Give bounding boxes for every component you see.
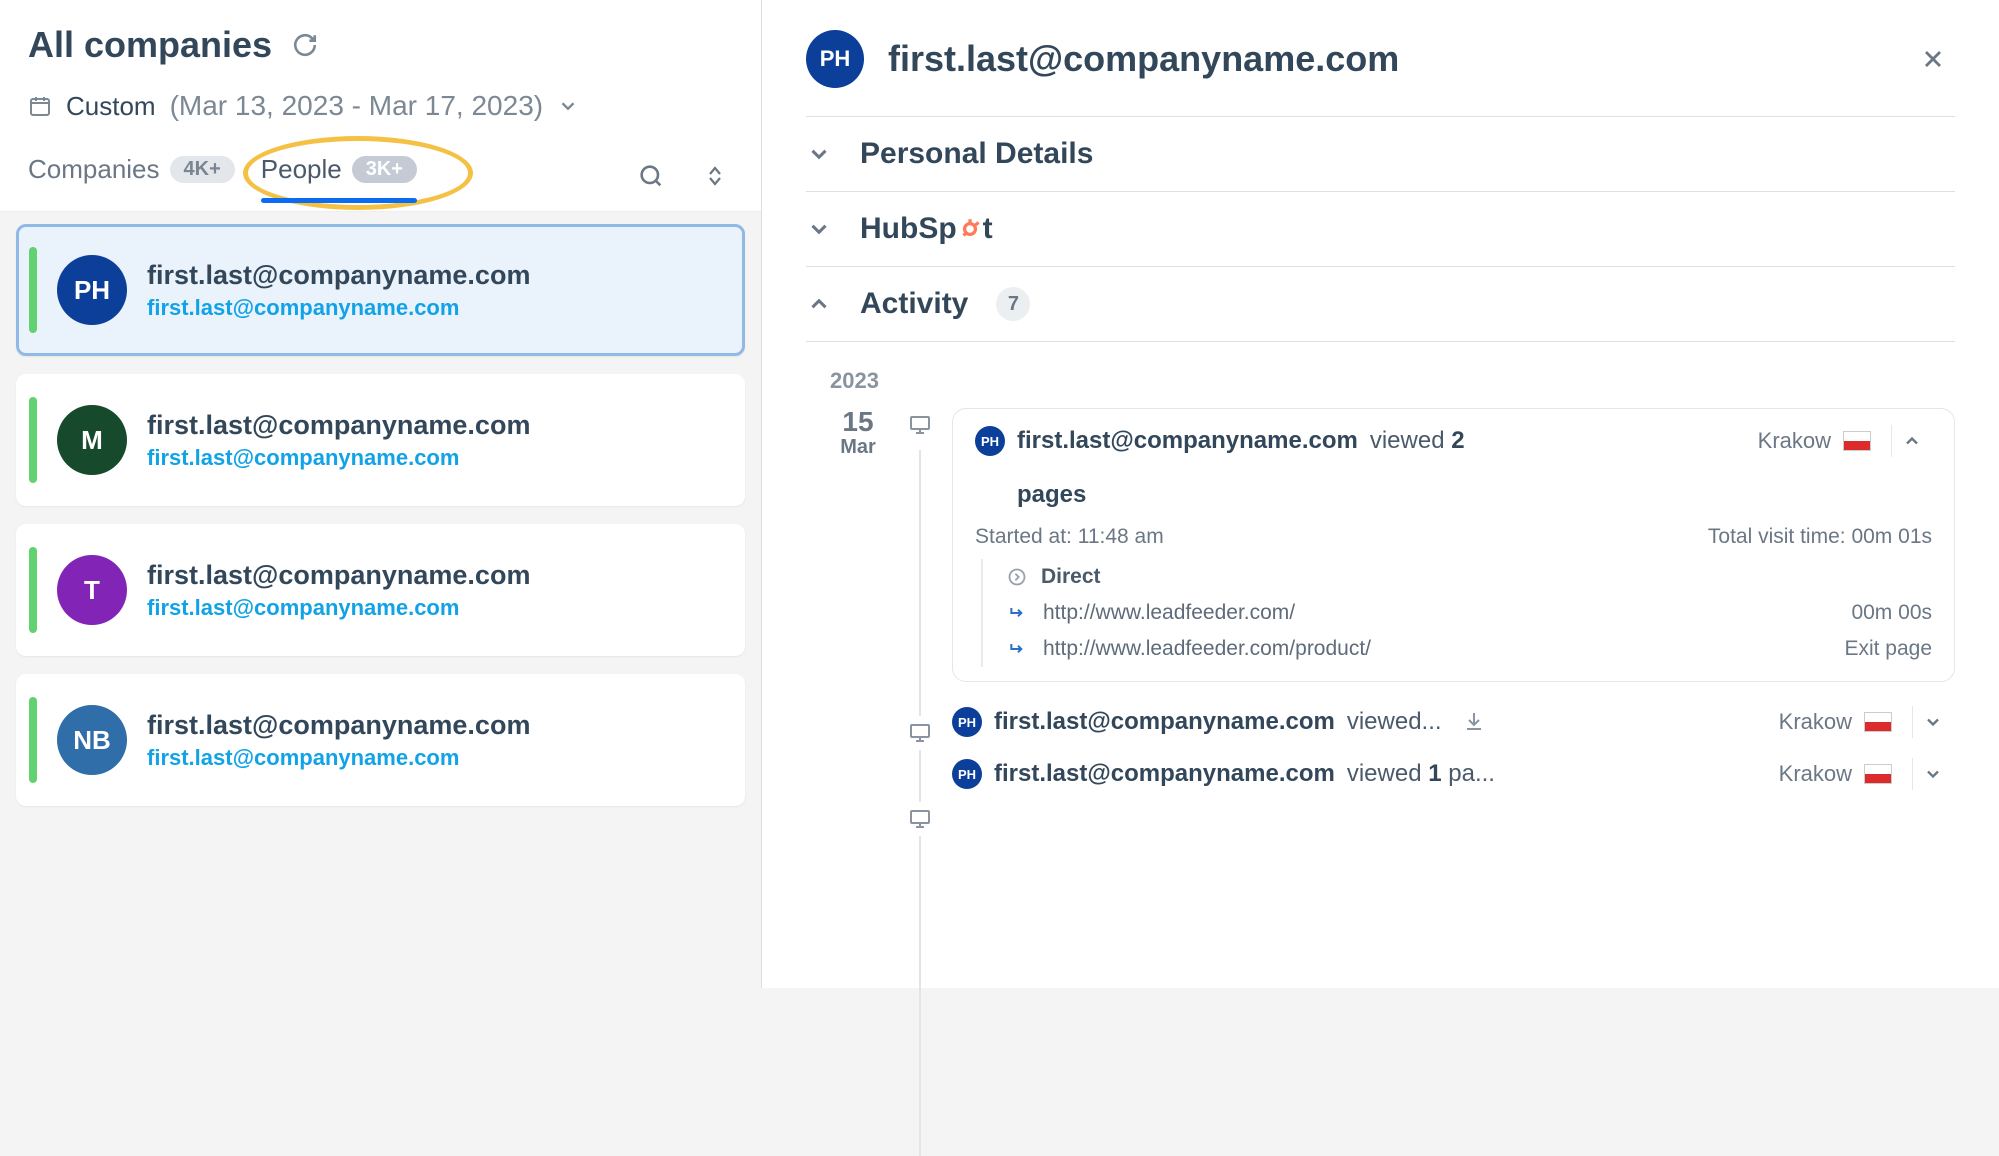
collapse-event-button[interactable]	[1891, 425, 1932, 457]
event-location: Krakow	[1779, 709, 1852, 735]
tab-people[interactable]: People 3K+	[261, 150, 417, 201]
event-user: first.last@companyname.com	[994, 708, 1335, 736]
avatar: NB	[57, 705, 127, 775]
company-link[interactable]: first.last@companyname.com	[147, 745, 530, 771]
chevron-down-icon	[806, 141, 832, 167]
company-link[interactable]: first.last@companyname.com	[147, 295, 530, 321]
status-strip	[29, 397, 37, 483]
person-email: first.last@companyname.com	[147, 410, 530, 441]
avatar: PH	[57, 255, 127, 325]
activity-area: 2023 15 Mar	[806, 341, 1955, 836]
section-activity[interactable]: Activity 7	[806, 266, 1955, 341]
list-header: All companies Custom (Mar 13, 2023 - Mar…	[0, 0, 761, 212]
chevron-down-icon	[806, 216, 832, 242]
flag-icon	[1864, 764, 1892, 784]
monitor-icon	[903, 716, 937, 750]
visit-duration: 00m 00s	[1851, 601, 1932, 625]
status-strip	[29, 247, 37, 333]
companies-count-pill: 4K+	[170, 156, 235, 183]
section-personal-details[interactable]: Personal Details	[806, 116, 1955, 191]
left-panel: All companies Custom (Mar 13, 2023 - Mar…	[0, 0, 762, 988]
status-strip	[29, 547, 37, 633]
expand-event-button[interactable]	[1912, 706, 1953, 738]
expand-event-button[interactable]	[1912, 758, 1953, 790]
sub-arrow-icon	[1007, 639, 1029, 659]
active-tab-underline	[261, 198, 417, 203]
event-user: first.last@companyname.com	[994, 760, 1335, 788]
visit-duration: Exit page	[1844, 637, 1932, 661]
avatar: M	[57, 405, 127, 475]
person-email: first.last@companyname.com	[147, 710, 530, 741]
sort-icon[interactable]	[697, 162, 733, 190]
date-range: (Mar 13, 2023 - Mar 17, 2023)	[170, 90, 544, 122]
tab-people-label: People	[261, 154, 342, 185]
people-list: PH first.last@companyname.com first.last…	[0, 212, 761, 818]
list-item[interactable]: T first.last@companyname.com first.last@…	[16, 524, 745, 656]
close-button[interactable]	[1911, 37, 1955, 81]
section-hubspot[interactable]: HubSp t	[806, 191, 1955, 266]
status-strip	[29, 697, 37, 783]
arrow-right-circle-icon	[1007, 567, 1027, 587]
visit-url-row[interactable]: http://www.leadfeeder.com/product/ Exit …	[1007, 631, 1932, 667]
company-link[interactable]: first.last@companyname.com	[147, 445, 530, 471]
hubspot-logo: HubSp t	[860, 212, 993, 246]
total-time-label: Total visit time:	[1708, 525, 1846, 548]
started-at-time: 11:48 am	[1078, 525, 1164, 548]
chevron-up-icon	[806, 291, 832, 317]
avatar: PH	[806, 30, 864, 88]
calendar-icon	[28, 94, 52, 118]
event-location: Krakow	[1779, 761, 1852, 787]
event-location: Krakow	[1758, 428, 1831, 454]
list-item[interactable]: PH first.last@companyname.com first.last…	[16, 224, 745, 356]
visit-source: Direct	[1007, 559, 1932, 595]
activity-count-badge: 7	[996, 287, 1030, 321]
page-title: All companies	[28, 24, 272, 66]
date-label: Custom	[66, 91, 156, 122]
timeline-date: 15 Mar	[828, 408, 888, 836]
avatar: T	[57, 555, 127, 625]
avatar: PH	[952, 707, 982, 737]
date-filter[interactable]: Custom (Mar 13, 2023 - Mar 17, 2023)	[28, 90, 733, 122]
total-time-value: 00m 01s	[1851, 525, 1932, 548]
section-title: Personal Details	[860, 137, 1093, 171]
pages-word: pages	[1017, 481, 1086, 509]
detail-panel: PH first.last@companyname.com Personal D…	[762, 0, 1999, 988]
download-icon[interactable]	[1454, 710, 1494, 734]
sub-arrow-icon	[1007, 603, 1029, 623]
flag-icon	[1843, 431, 1871, 451]
monitor-icon	[903, 802, 937, 836]
monitor-icon	[903, 408, 937, 442]
activity-event-collapsed[interactable]: PH first.last@companyname.com viewed... …	[952, 696, 1955, 748]
chevron-down-icon	[557, 95, 579, 117]
person-email: first.last@companyname.com	[147, 560, 530, 591]
person-email: first.last@companyname.com	[147, 260, 530, 291]
list-item[interactable]: NB first.last@companyname.com first.last…	[16, 674, 745, 806]
activity-year: 2023	[830, 368, 1931, 394]
avatar: PH	[975, 426, 1005, 456]
section-title: Activity	[860, 287, 968, 321]
search-icon[interactable]	[631, 162, 671, 190]
detail-header: PH first.last@companyname.com	[806, 30, 1955, 116]
tab-companies[interactable]: Companies 4K+	[28, 150, 235, 201]
tab-companies-label: Companies	[28, 154, 160, 185]
visit-url-row[interactable]: http://www.leadfeeder.com/ 00m 00s	[1007, 595, 1932, 631]
flag-icon	[1864, 712, 1892, 732]
started-at-label: Started at:	[975, 525, 1072, 548]
company-link[interactable]: first.last@companyname.com	[147, 595, 530, 621]
detail-title: first.last@companyname.com	[888, 38, 1399, 80]
activity-event-expanded: PH first.last@companyname.com viewed 2 K…	[952, 408, 1955, 682]
refresh-icon[interactable]	[292, 32, 318, 58]
avatar: PH	[952, 759, 982, 789]
visit-urls: Direct http://www.leadfeeder.com/ 00m 00…	[981, 559, 1932, 667]
list-item[interactable]: M first.last@companyname.com first.last@…	[16, 374, 745, 506]
activity-event-collapsed[interactable]: PH first.last@companyname.com viewed 1 p…	[952, 748, 1955, 800]
event-user[interactable]: first.last@companyname.com	[1017, 427, 1358, 455]
people-count-pill: 3K+	[352, 156, 417, 183]
